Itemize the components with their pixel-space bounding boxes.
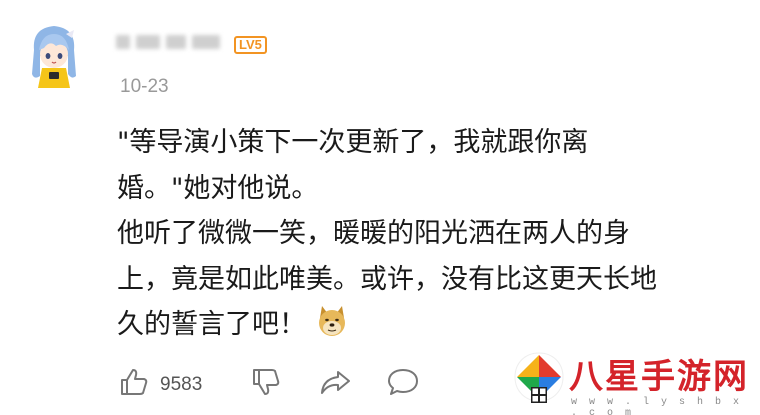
comment-line: 上，竟是如此唯美。或许，没有比这更天长地: [117, 263, 657, 295]
comment-line: "等导演小策下一次更新了，我就跟你离: [117, 127, 589, 158]
watermark-url: w w w . l y s h b x . c o m: [571, 397, 743, 415]
site-watermark: 八星手游网 w w w . l y s h b x . c o m: [505, 347, 760, 415]
comment-date: 10-23: [120, 76, 169, 97]
watermark-logo-icon: [513, 351, 565, 409]
user-avatar[interactable]: [22, 20, 86, 90]
comment-body: "等导演小策下一次更新了，我就跟你离 婚。"她对他说。 他听了微微一笑，暖暖的阳…: [117, 120, 677, 348]
like-count: 9583: [160, 374, 203, 395]
comment-line: 婚。"她对他说。: [117, 172, 319, 204]
username-blurred[interactable]: [116, 30, 224, 54]
level-badge: LV5: [234, 36, 267, 54]
doge-emoji: [316, 304, 348, 338]
thumbs-down-icon[interactable]: [250, 366, 282, 402]
watermark-title: 八星手游网: [569, 357, 749, 397]
comment-line: 久的誓言了吧！: [117, 309, 306, 340]
comment-line: 他听了微微一笑，暖暖的阳光洒在两人的身: [117, 218, 630, 249]
comment-icon[interactable]: [386, 366, 420, 402]
share-icon[interactable]: [318, 366, 352, 402]
comment-line-last: 久的誓言了吧！: [117, 302, 677, 348]
thumbs-up-icon[interactable]: [118, 366, 150, 402]
